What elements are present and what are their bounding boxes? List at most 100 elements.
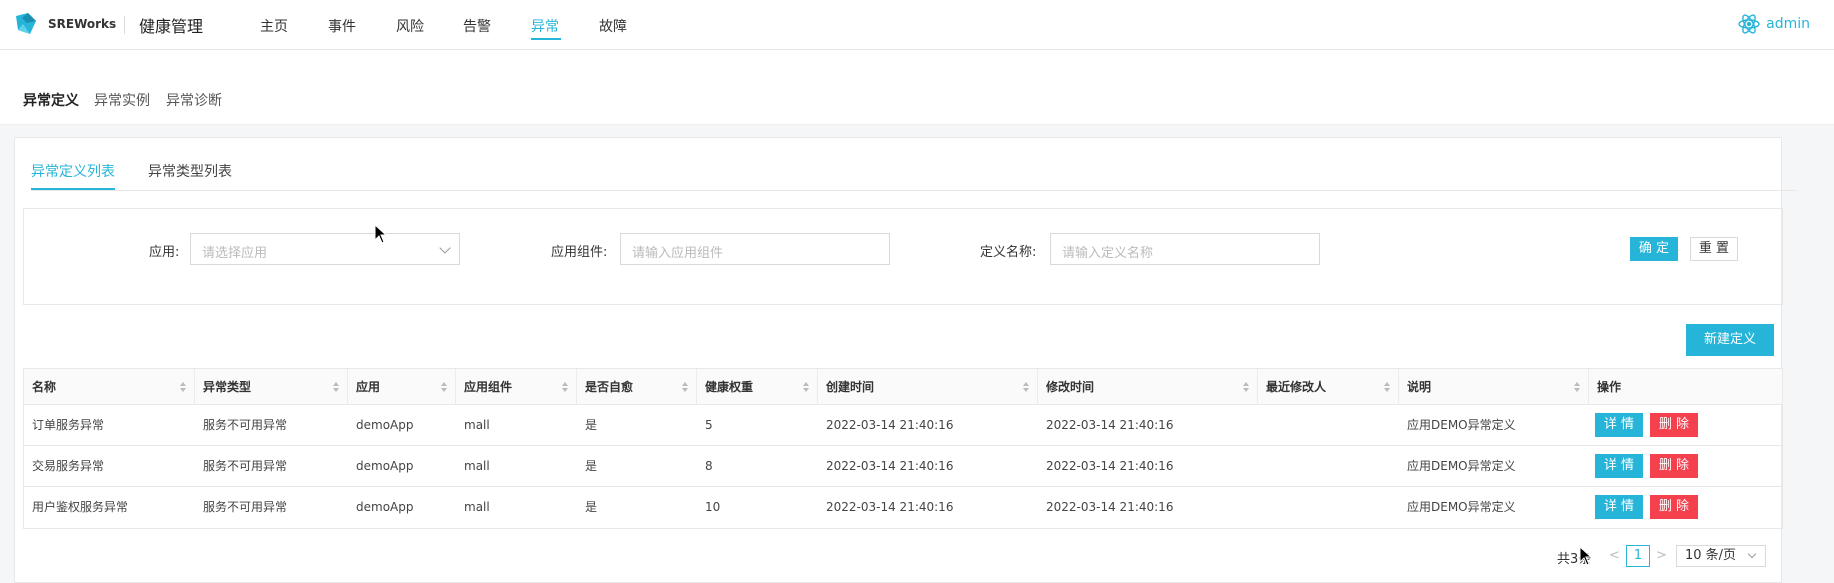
definition-name-filter-label: 定义名称:	[980, 245, 1037, 260]
confirm-button[interactable]: 确 定	[1630, 237, 1678, 261]
column-header-component[interactable]: 应用组件	[456, 369, 577, 405]
chevron-down-icon	[1747, 549, 1757, 559]
column-header-self-heal[interactable]: 是否自愈	[577, 369, 697, 405]
column-header-app[interactable]: 应用	[348, 369, 456, 405]
table-row: 订单服务异常 服务不可用异常 demoApp mall 是 5 2022-03-…	[24, 405, 1782, 446]
cell-name: 订单服务异常	[32, 418, 105, 432]
reset-button[interactable]: 重 置	[1690, 237, 1738, 261]
app-select-placeholder: 请选择应用	[202, 246, 268, 261]
user-menu[interactable]: admin	[1738, 13, 1810, 35]
mouse-cursor-icon	[374, 224, 388, 244]
column-header-type[interactable]: 异常类型	[195, 369, 348, 405]
nav-alerts[interactable]: 告警	[463, 16, 491, 36]
delete-button[interactable]: 删 除	[1650, 413, 1698, 437]
tab-type-list[interactable]: 异常类型列表	[148, 161, 232, 181]
cell-weight: 8	[705, 459, 713, 473]
pagination-prev-icon[interactable]: <	[1609, 548, 1620, 563]
pagination-page-1[interactable]: 1	[1626, 545, 1650, 567]
sort-icon[interactable]	[1243, 382, 1249, 392]
column-header-actions: 操作	[1597, 380, 1622, 394]
detail-button[interactable]: 详 情	[1595, 454, 1643, 478]
cell-modified: 2022-03-14 21:40:16	[1046, 500, 1174, 514]
cell-name: 交易服务异常	[32, 459, 105, 473]
cell-self-heal: 是	[585, 500, 598, 514]
cell-created: 2022-03-14 21:40:16	[826, 500, 954, 514]
cell-self-heal: 是	[585, 418, 598, 432]
mouse-cursor-icon	[1579, 546, 1593, 566]
tab-definition-list[interactable]: 异常定义列表	[31, 161, 115, 181]
cell-modified: 2022-03-14 21:40:16	[1046, 418, 1174, 432]
detail-button[interactable]: 详 情	[1595, 495, 1643, 519]
sreworks-logo-icon[interactable]	[14, 12, 38, 36]
table-row: 用户鉴权服务异常 服务不可用异常 demoApp mall 是 10 2022-…	[24, 487, 1782, 528]
cell-modifier	[1258, 405, 1266, 445]
nav-faults[interactable]: 故障	[599, 16, 627, 36]
component-input[interactable]: 请输入应用组件	[620, 233, 890, 265]
sort-icon[interactable]	[1023, 382, 1029, 392]
nav-active-indicator	[531, 38, 561, 40]
sort-icon[interactable]	[562, 382, 568, 392]
cell-self-heal: 是	[585, 459, 598, 473]
sort-icon[interactable]	[180, 382, 186, 392]
filter-panel: 应用: 请选择应用 应用组件: 请输入应用组件 定义名称: 请输入定义名称 确 …	[23, 208, 1783, 305]
cell-type: 服务不可用异常	[203, 459, 288, 473]
page-size-select[interactable]: 10 条/页	[1676, 545, 1766, 567]
sort-icon[interactable]	[803, 382, 809, 392]
sort-icon[interactable]	[441, 382, 447, 392]
tab-bar-divider	[31, 190, 1797, 191]
definition-table: 名称 异常类型 应用 应用组件 是否自愈 健康权重 创建时间 修改时间 最近修改…	[23, 368, 1783, 529]
cell-component: mall	[464, 418, 490, 432]
component-input-placeholder: 请输入应用组件	[632, 246, 724, 261]
cell-app: demoApp	[356, 418, 414, 432]
definition-name-input[interactable]: 请输入定义名称	[1050, 233, 1320, 265]
cell-app: demoApp	[356, 459, 414, 473]
nav-anomalies[interactable]: 异常	[531, 16, 559, 36]
cell-modifier	[1258, 487, 1266, 527]
main-card: 异常定义列表 异常类型列表 应用: 请选择应用 应用组件: 请输入应用组件 定义…	[14, 137, 1797, 583]
cell-component: mall	[464, 500, 490, 514]
pagination-next-icon[interactable]: >	[1656, 548, 1667, 563]
atom-avatar-icon	[1738, 14, 1760, 34]
column-header-modified[interactable]: 修改时间	[1038, 369, 1258, 405]
column-header-name[interactable]: 名称	[24, 369, 195, 405]
subnav-anomaly-definition[interactable]: 异常定义	[23, 90, 79, 110]
nav-events[interactable]: 事件	[328, 16, 356, 36]
new-definition-button[interactable]: 新建定义	[1686, 324, 1774, 356]
cell-weight: 10	[705, 500, 721, 514]
sort-icon[interactable]	[1574, 382, 1580, 392]
subnav-anomaly-diagnosis[interactable]: 异常诊断	[166, 90, 222, 110]
column-header-modifier[interactable]: 最近修改人	[1258, 369, 1399, 405]
table-header: 名称 异常类型 应用 应用组件 是否自愈 健康权重 创建时间 修改时间 最近修改…	[24, 369, 1782, 405]
delete-button[interactable]: 删 除	[1650, 495, 1698, 519]
tab-active-indicator	[31, 188, 115, 190]
sort-icon[interactable]	[1384, 382, 1390, 392]
cell-type: 服务不可用异常	[203, 418, 288, 432]
column-header-description[interactable]: 说明	[1399, 369, 1589, 405]
nav-risks[interactable]: 风险	[396, 16, 424, 36]
page-size-value: 10 条/页	[1685, 548, 1737, 563]
chevron-down-icon	[439, 242, 451, 254]
subnav-anomaly-instance[interactable]: 异常实例	[94, 90, 150, 110]
cell-created: 2022-03-14 21:40:16	[826, 459, 954, 473]
detail-button[interactable]: 详 情	[1595, 413, 1643, 437]
brand-divider	[124, 16, 125, 34]
cell-modifier	[1258, 446, 1266, 486]
nav-home[interactable]: 主页	[260, 16, 288, 36]
column-header-created[interactable]: 创建时间	[818, 369, 1038, 405]
brand-name[interactable]: SREWorks	[48, 17, 116, 31]
definition-name-input-placeholder: 请输入定义名称	[1062, 246, 1154, 261]
cell-description: 应用DEMO异常定义	[1407, 459, 1516, 473]
table-row: 交易服务异常 服务不可用异常 demoApp mall 是 8 2022-03-…	[24, 446, 1782, 487]
app-select[interactable]: 请选择应用	[190, 233, 460, 265]
top-navbar: SREWorks 健康管理 主页 事件 风险 告警 异常 故障 admin	[0, 0, 1834, 50]
cell-app: demoApp	[356, 500, 414, 514]
sort-icon[interactable]	[682, 382, 688, 392]
sort-icon[interactable]	[333, 382, 339, 392]
cell-type: 服务不可用异常	[203, 500, 288, 514]
cell-name: 用户鉴权服务异常	[32, 500, 129, 514]
cell-created: 2022-03-14 21:40:16	[826, 418, 954, 432]
column-header-weight[interactable]: 健康权重	[697, 369, 818, 405]
username: admin	[1766, 16, 1810, 32]
cell-weight: 5	[705, 418, 713, 432]
delete-button[interactable]: 删 除	[1650, 454, 1698, 478]
